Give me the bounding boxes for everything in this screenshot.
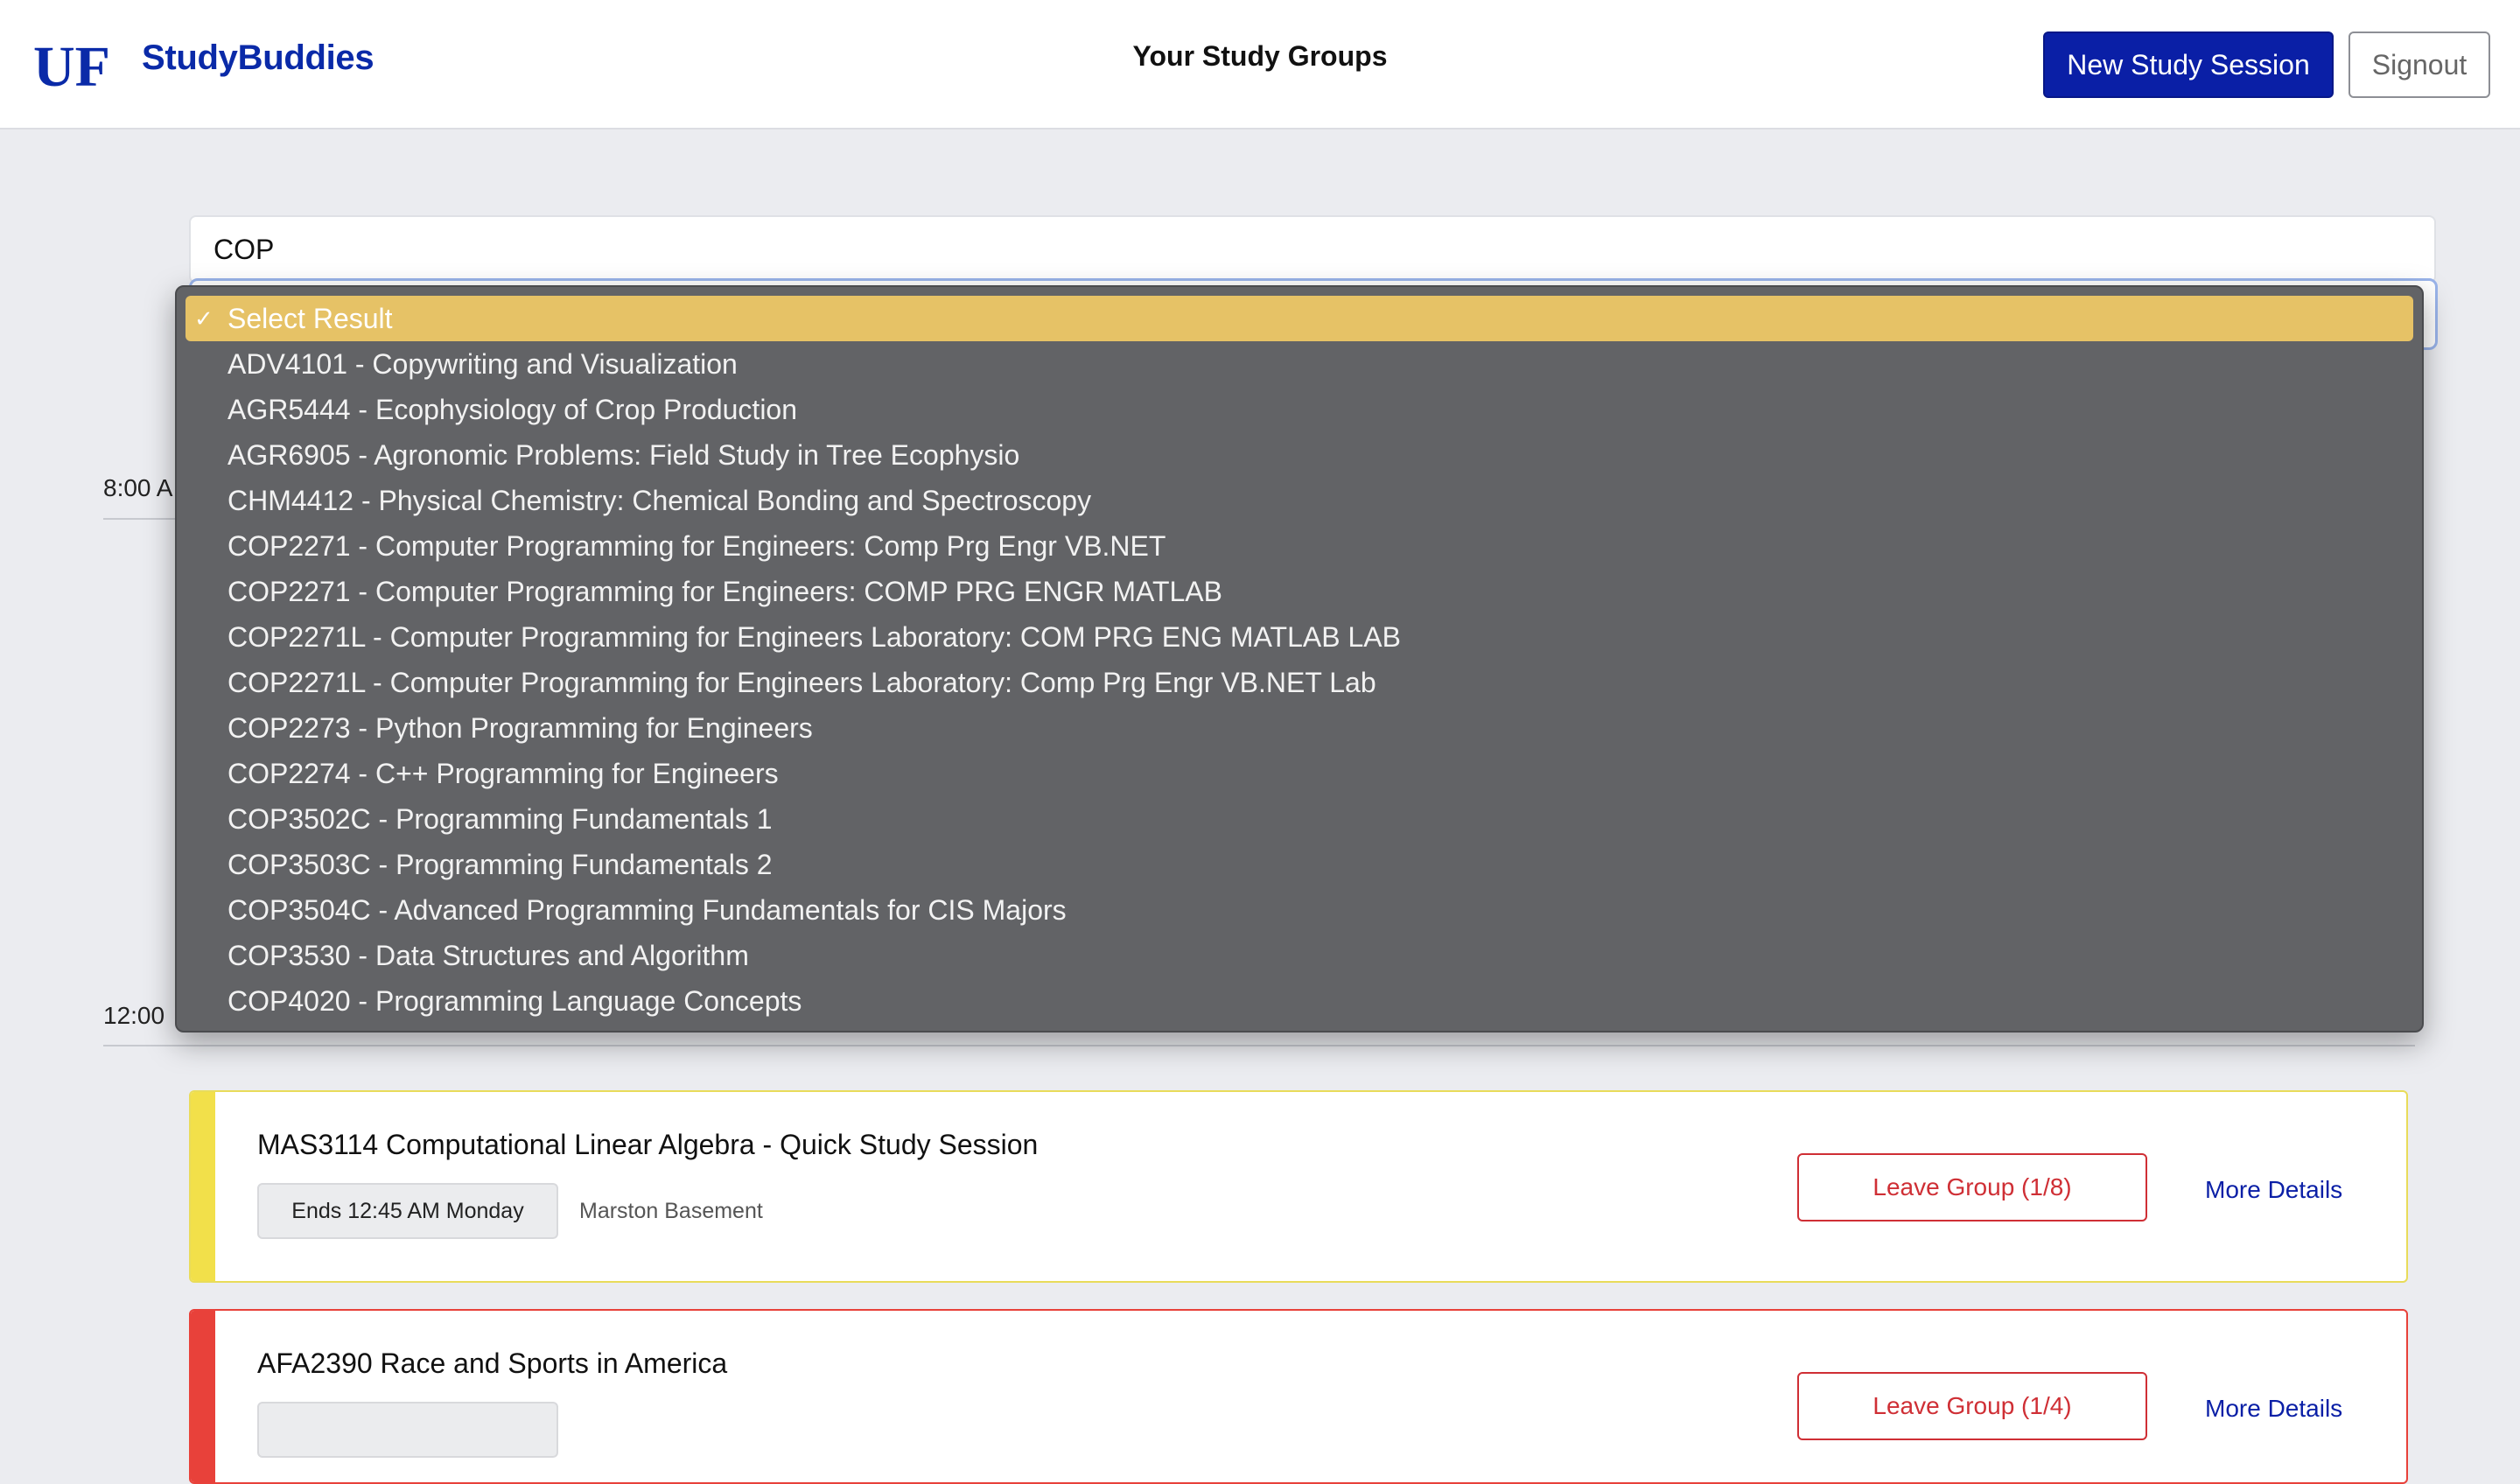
location-text: Marston Basement: [579, 1199, 763, 1223]
course-select-dropdown[interactable]: ✓ Select Result ADV4101 - Copywriting an…: [175, 285, 2424, 1032]
more-details-link[interactable]: More Details: [2205, 1176, 2342, 1204]
dropdown-option[interactable]: COP2271L - Computer Programming for Engi…: [186, 614, 2413, 660]
dropdown-option[interactable]: COP2271 - Computer Programming for Engin…: [186, 569, 2413, 614]
course-search-input[interactable]: [189, 215, 2436, 284]
study-group-card: MAS3114 Computational Linear Algebra - Q…: [189, 1090, 2408, 1283]
dropdown-option[interactable]: CHM4412 - Physical Chemistry: Chemical B…: [186, 478, 2413, 523]
dropdown-option[interactable]: COP4020 - Programming Language Concepts: [186, 978, 2413, 1024]
checkmark-icon: ✓: [194, 305, 214, 332]
dropdown-option[interactable]: COP2271 - Computer Programming for Engin…: [186, 523, 2413, 569]
dropdown-option[interactable]: AGR6905 - Agronomic Problems: Field Stud…: [186, 432, 2413, 478]
signout-button[interactable]: Signout: [2348, 32, 2490, 98]
dropdown-option[interactable]: COP3502C - Programming Fundamentals 1: [186, 796, 2413, 842]
card-accent-stripe: [191, 1092, 215, 1281]
app-header: UF StudyBuddies Your Study Groups New St…: [0, 0, 2520, 130]
time-label-8am: 8:00 A: [103, 474, 173, 501]
dropdown-option-label: Select Result: [228, 303, 393, 334]
time-label-12: 12:00: [103, 1002, 165, 1029]
ends-badge: [257, 1402, 558, 1458]
dropdown-option[interactable]: COP3504C - Advanced Programming Fundamen…: [186, 887, 2413, 933]
dropdown-option[interactable]: COP2274 - C++ Programming for Engineers: [186, 751, 2413, 796]
card-title: MAS3114 Computational Linear Algebra - Q…: [257, 1129, 1039, 1160]
new-study-session-button[interactable]: New Study Session: [2043, 32, 2334, 98]
more-details-link[interactable]: More Details: [2205, 1395, 2342, 1423]
dropdown-option[interactable]: ADV4101 - Copywriting and Visualization: [186, 341, 2413, 387]
study-group-card: AFA2390 Race and Sports in America Leave…: [189, 1309, 2408, 1484]
dropdown-option-selected[interactable]: ✓ Select Result: [186, 296, 2413, 341]
leave-group-button[interactable]: Leave Group (1/4): [1797, 1372, 2147, 1440]
dropdown-option[interactable]: COP3503C - Programming Fundamentals 2: [186, 842, 2413, 887]
dropdown-option[interactable]: AGR5444 - Ecophysiology of Crop Producti…: [186, 387, 2413, 432]
dropdown-option[interactable]: COP2271L - Computer Programming for Engi…: [186, 660, 2413, 705]
card-title: AFA2390 Race and Sports in America: [257, 1348, 728, 1379]
dropdown-option[interactable]: COP2273 - Python Programming for Enginee…: [186, 705, 2413, 751]
leave-group-button[interactable]: Leave Group (1/8): [1797, 1153, 2147, 1222]
dropdown-option[interactable]: COP3530 - Data Structures and Algorithm: [186, 933, 2413, 978]
card-accent-stripe: [191, 1311, 215, 1482]
timeline-divider: [103, 1045, 2415, 1046]
ends-badge: Ends 12:45 AM Monday: [257, 1183, 558, 1239]
